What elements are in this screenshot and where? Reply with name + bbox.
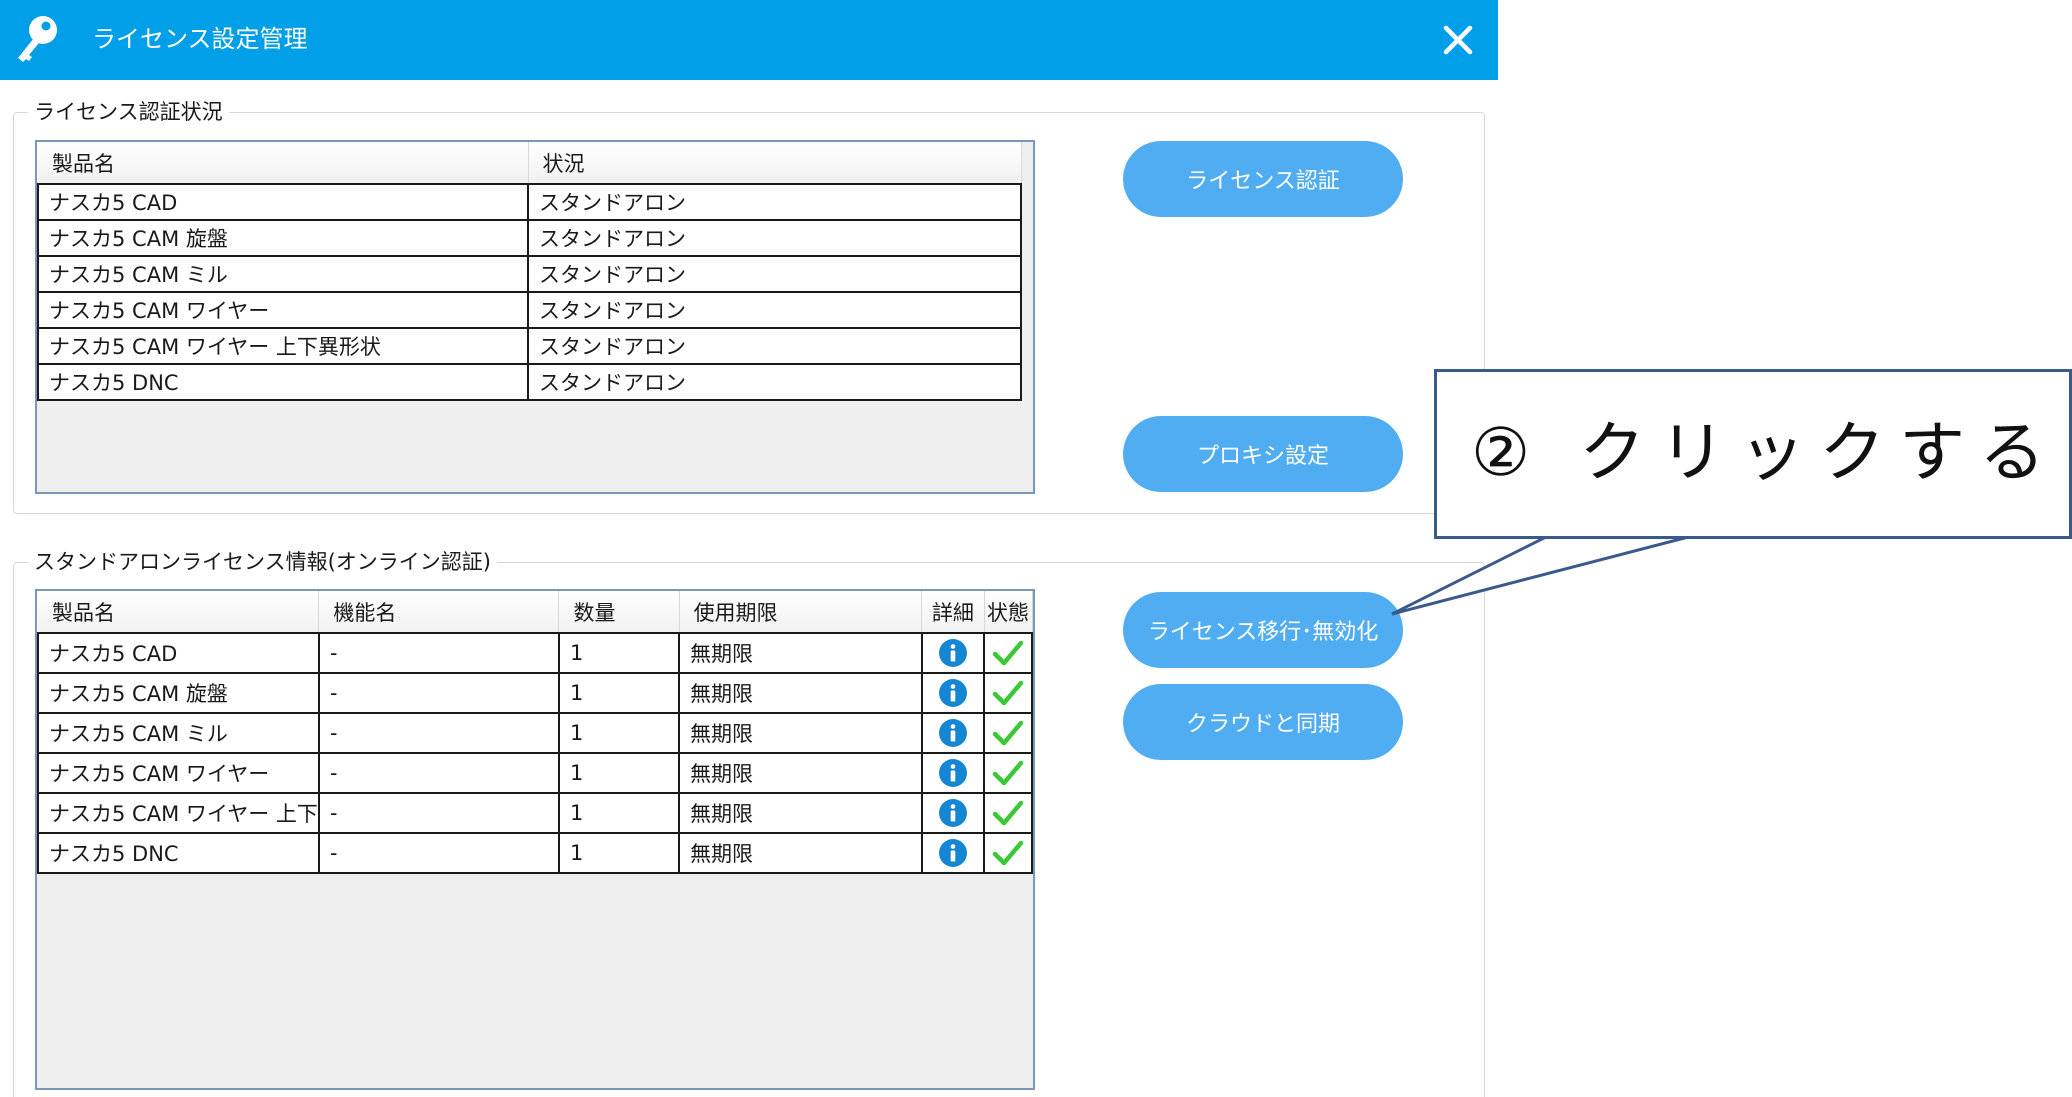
table-row[interactable]: ナスカ5 CAM 旋盤 スタンドアロン — [37, 219, 1022, 257]
cell-quantity: 1 — [557, 752, 681, 794]
info-icon[interactable] — [938, 758, 968, 788]
cell-product: ナスカ5 CAM ミル — [37, 712, 320, 754]
table-row[interactable]: ナスカ5 CAM ワイヤー 上下異形状 スタンドアロン — [37, 327, 1022, 365]
cell-status: スタンドアロン — [527, 219, 1022, 257]
info-icon[interactable] — [938, 638, 968, 668]
cell-detail[interactable] — [920, 832, 986, 874]
cell-product: ナスカ5 CAD — [37, 632, 320, 674]
table-row[interactable]: ナスカ5 DNC - 1 無期限 — [37, 832, 1033, 874]
cell-detail[interactable] — [920, 712, 986, 754]
cell-quantity: 1 — [557, 832, 681, 874]
info-icon[interactable] — [938, 678, 968, 708]
cell-product: ナスカ5 CAM ワイヤー 上下 — [37, 792, 320, 834]
cell-product: ナスカ5 CAM ミル — [37, 255, 529, 293]
table-row[interactable]: ナスカ5 CAD - 1 無期限 — [37, 632, 1033, 674]
cell-product: ナスカ5 DNC — [37, 363, 529, 401]
cell-detail[interactable] — [920, 792, 986, 834]
column-header-product[interactable]: 製品名 — [38, 142, 529, 185]
column-header-state[interactable]: 状態 — [984, 591, 1033, 634]
check-icon — [992, 720, 1024, 746]
license-migrate-disable-button[interactable]: ライセンス移行･無効化 — [1123, 592, 1403, 668]
table-header-row: 製品名 状況 — [38, 142, 1022, 185]
column-header-status[interactable]: 状況 — [528, 142, 1022, 185]
standalone-license-table: 製品名 機能名 数量 使用期限 詳細 状態 ナスカ5 CAD - 1 無期限 ナ… — [35, 589, 1035, 1090]
cell-product: ナスカ5 CAM 旋盤 — [37, 219, 529, 257]
cell-product: ナスカ5 CAM ワイヤー — [37, 291, 529, 329]
cell-detail[interactable] — [920, 672, 986, 714]
cell-expiry: 無期限 — [678, 832, 923, 874]
annotation-callout: ② クリックする — [1434, 369, 2072, 539]
cell-product: ナスカ5 CAD — [37, 183, 529, 221]
license-auth-button[interactable]: ライセンス認証 — [1123, 141, 1403, 217]
check-icon — [992, 680, 1024, 706]
table-row[interactable]: ナスカ5 CAM 旋盤 - 1 無期限 — [37, 672, 1033, 714]
info-icon[interactable] — [938, 718, 968, 748]
cell-product: ナスカ5 DNC — [37, 832, 320, 874]
cell-expiry: 無期限 — [678, 672, 923, 714]
window-title: ライセンス設定管理 — [92, 25, 308, 53]
cell-expiry: 無期限 — [678, 752, 923, 794]
cell-expiry: 無期限 — [678, 712, 923, 754]
cell-detail[interactable] — [920, 752, 986, 794]
cell-expiry: 無期限 — [678, 632, 923, 674]
proxy-settings-button[interactable]: プロキシ設定 — [1123, 416, 1403, 492]
key-icon — [18, 16, 57, 62]
cell-quantity: 1 — [557, 712, 681, 754]
table-row[interactable]: ナスカ5 DNC スタンドアロン — [37, 363, 1022, 401]
check-icon — [992, 800, 1024, 826]
table-row[interactable]: ナスカ5 CAM ミル - 1 無期限 — [37, 712, 1033, 754]
column-header-quantity[interactable]: 数量 — [558, 591, 680, 634]
info-icon[interactable] — [938, 838, 968, 868]
column-header-expiry[interactable]: 使用期限 — [679, 591, 923, 634]
cell-status: スタンドアロン — [527, 255, 1022, 293]
cell-detail[interactable] — [920, 632, 986, 674]
cell-feature: - — [317, 832, 560, 874]
cell-product: ナスカ5 CAM ワイヤー 上下異形状 — [37, 327, 529, 365]
license-settings-dialog: ライセンス設定管理 ライセンス認証状況 製品名 状況 ナスカ5 CAD スタンド… — [0, 0, 1498, 1097]
annotation-text: ② クリックする — [1471, 414, 2060, 491]
cell-feature: - — [317, 752, 560, 794]
cell-state — [983, 712, 1033, 754]
cell-state — [983, 792, 1033, 834]
title-bar: ライセンス設定管理 — [0, 0, 1498, 80]
column-header-product[interactable]: 製品名 — [38, 591, 320, 634]
table-header-row: 製品名 機能名 数量 使用期限 詳細 状態 — [38, 591, 1033, 634]
cell-status: スタンドアロン — [527, 291, 1022, 329]
info-icon[interactable] — [938, 798, 968, 828]
cell-state — [983, 832, 1033, 874]
cell-feature: - — [317, 792, 560, 834]
cell-state — [983, 752, 1033, 794]
cell-state — [983, 632, 1033, 674]
cell-status: スタンドアロン — [527, 183, 1022, 221]
table-row[interactable]: ナスカ5 CAD スタンドアロン — [37, 183, 1022, 221]
column-header-detail[interactable]: 詳細 — [921, 591, 985, 634]
cell-product: ナスカ5 CAM ワイヤー — [37, 752, 320, 794]
cell-quantity: 1 — [557, 672, 681, 714]
group-title-auth-status: ライセンス認証状況 — [28, 98, 229, 126]
check-icon — [992, 640, 1024, 666]
cell-status: スタンドアロン — [527, 363, 1022, 401]
table-row[interactable]: ナスカ5 CAM ワイヤー スタンドアロン — [37, 291, 1022, 329]
cell-quantity: 1 — [557, 792, 681, 834]
table-row[interactable]: ナスカ5 CAM ミル スタンドアロン — [37, 255, 1022, 293]
column-header-feature[interactable]: 機能名 — [318, 591, 560, 634]
cell-quantity: 1 — [557, 632, 681, 674]
cell-state — [983, 672, 1033, 714]
check-icon — [992, 840, 1024, 866]
close-icon[interactable] — [1436, 18, 1480, 62]
group-title-standalone: スタンドアロンライセンス情報(オンライン認証) — [28, 548, 497, 576]
cell-expiry: 無期限 — [678, 792, 923, 834]
auth-status-table: 製品名 状況 ナスカ5 CAD スタンドアロン ナスカ5 CAM 旋盤 スタンド… — [35, 140, 1035, 494]
cell-feature: - — [317, 672, 560, 714]
check-icon — [992, 760, 1024, 786]
table-row[interactable]: ナスカ5 CAM ワイヤー - 1 無期限 — [37, 752, 1033, 794]
table-row[interactable]: ナスカ5 CAM ワイヤー 上下 - 1 無期限 — [37, 792, 1033, 834]
cell-product: ナスカ5 CAM 旋盤 — [37, 672, 320, 714]
cloud-sync-button[interactable]: クラウドと同期 — [1123, 684, 1403, 760]
cell-feature: - — [317, 632, 560, 674]
cell-feature: - — [317, 712, 560, 754]
cell-status: スタンドアロン — [527, 327, 1022, 365]
